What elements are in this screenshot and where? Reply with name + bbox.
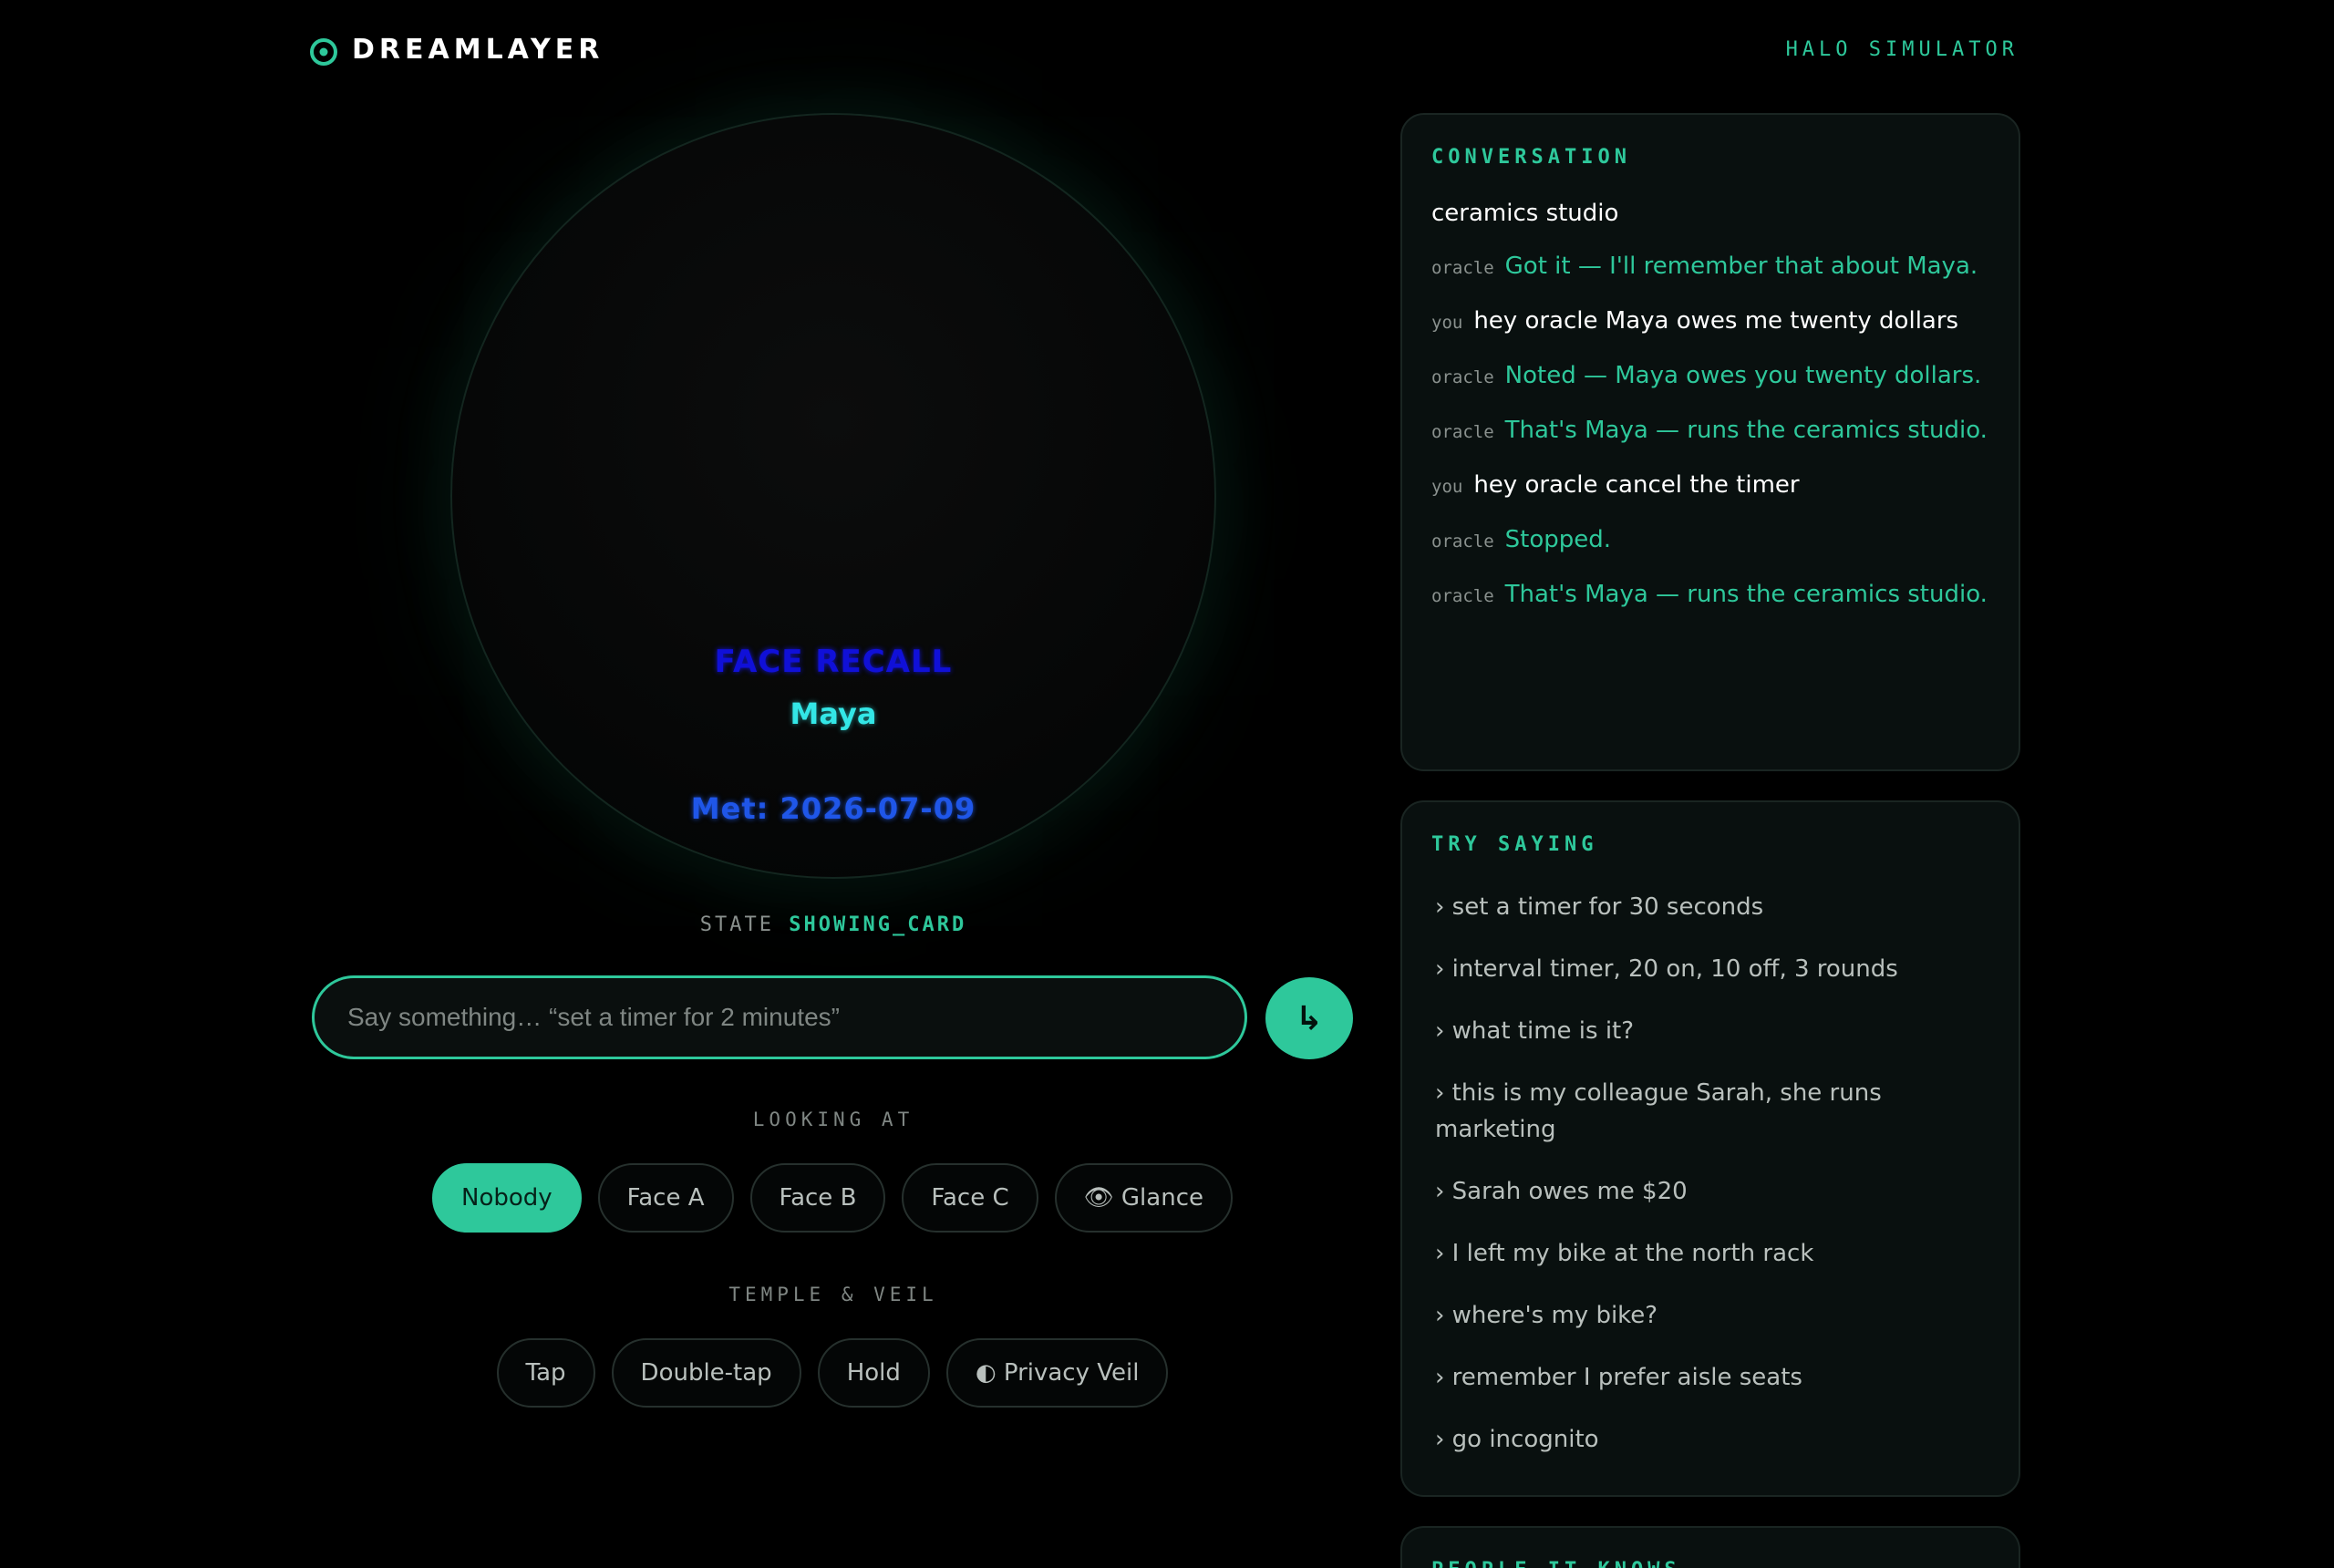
state-label: STATE <box>699 913 775 936</box>
suggestion-item[interactable]: › go incognito <box>1431 1421 1989 1458</box>
halo-display: FACE RECALL Maya Met: 2026-07-09 <box>450 113 1216 879</box>
conversation-message: oracle Got it — I'll remember that about … <box>1431 253 1978 280</box>
privacy-veil-button[interactable]: ◐ Privacy Veil <box>945 1338 1169 1408</box>
suggestion-item[interactable]: › Sarah owes me $20 <box>1431 1173 1989 1210</box>
temple-veil-options: Tap Double-tap Hold ◐ Privacy Veil <box>312 1338 1353 1408</box>
send-button[interactable]: ↳ <box>1265 977 1353 1059</box>
say-input-wrapper <box>312 975 1247 1059</box>
try-saying-panel: TRY SAYING › set a timer for 30 seconds … <box>1400 800 2020 1497</box>
card-person-name: Maya <box>790 696 877 731</box>
conversation-message: oracle That's Maya — runs the ceramics st… <box>1431 581 1988 608</box>
temple-veil-label: TEMPLE & VEIL <box>728 1284 938 1305</box>
brand: DREAMLAYER <box>310 33 604 66</box>
suggestion-item[interactable]: › I left my bike at the north rack <box>1431 1235 1989 1272</box>
conversation-message: oracle That's Maya — runs the ceramics st… <box>1431 417 1988 444</box>
conversation-message: ceramics studio <box>1431 200 1619 227</box>
suggestion-item[interactable]: › this is my colleague Sarah, she runs m… <box>1431 1075 1989 1148</box>
try-saying-title: TRY SAYING <box>1431 833 1598 856</box>
brand-name: DREAMLAYER <box>352 33 604 66</box>
card-title: FACE RECALL <box>714 644 953 680</box>
looking-at-nobody[interactable]: Nobody <box>432 1163 582 1233</box>
conversation-panel: CONVERSATION ceramics studio oracle Got i… <box>1400 113 2020 771</box>
people-title: PEOPLE IT KNOWS <box>1431 1559 1989 1568</box>
people-panel: PEOPLE IT KNOWS <box>1400 1526 2020 1568</box>
conversation-message: you hey oracle Maya owes me twenty dollar… <box>1431 307 1959 335</box>
suggestion-item[interactable]: › what time is it? <box>1431 1013 1989 1049</box>
suggestion-item[interactable]: › interval timer, 20 on, 10 off, 3 round… <box>1431 951 1989 987</box>
card-met-date: Met: 2026-07-09 <box>690 791 976 826</box>
suggestion-item[interactable]: › where's my bike? <box>1431 1297 1989 1334</box>
state-readout: STATE SHOWING_CARD <box>450 913 1216 936</box>
target-icon <box>310 38 337 66</box>
looking-at-options: Nobody Face A Face B Face C 👁 Glance <box>312 1163 1353 1233</box>
conversation-message: you hey oracle cancel the timer <box>1431 471 1800 499</box>
conversation-message: oracle Stopped. <box>1431 526 1612 553</box>
looking-at-face-a[interactable]: Face A <box>597 1163 734 1233</box>
app-root: DREAMLAYER HALO SIMULATOR FACE RECALL Ma… <box>0 0 2334 1568</box>
send-icon: ↳ <box>1295 999 1324 1037</box>
state-value: SHOWING_CARD <box>789 913 967 936</box>
suggestion-item[interactable]: › remember I prefer aisle seats <box>1431 1359 1989 1396</box>
say-input[interactable] <box>315 978 1244 1057</box>
conversation-title: CONVERSATION <box>1431 146 1631 169</box>
double-tap-button[interactable]: Double-tap <box>611 1338 801 1408</box>
hold-button[interactable]: Hold <box>817 1338 930 1408</box>
suggestion-item[interactable]: › set a timer for 30 seconds <box>1431 889 1989 925</box>
simulator-label: HALO SIMULATOR <box>1785 38 2019 61</box>
looking-at-label: LOOKING AT <box>752 1109 914 1130</box>
looking-at-face-c[interactable]: Face C <box>902 1163 1038 1233</box>
looking-at-face-b[interactable]: Face B <box>749 1163 886 1233</box>
conversation-message: oracle Noted — Maya owes you twenty dolla… <box>1431 362 1982 389</box>
tap-button[interactable]: Tap <box>496 1338 595 1408</box>
glance-button[interactable]: 👁 Glance <box>1054 1163 1233 1233</box>
